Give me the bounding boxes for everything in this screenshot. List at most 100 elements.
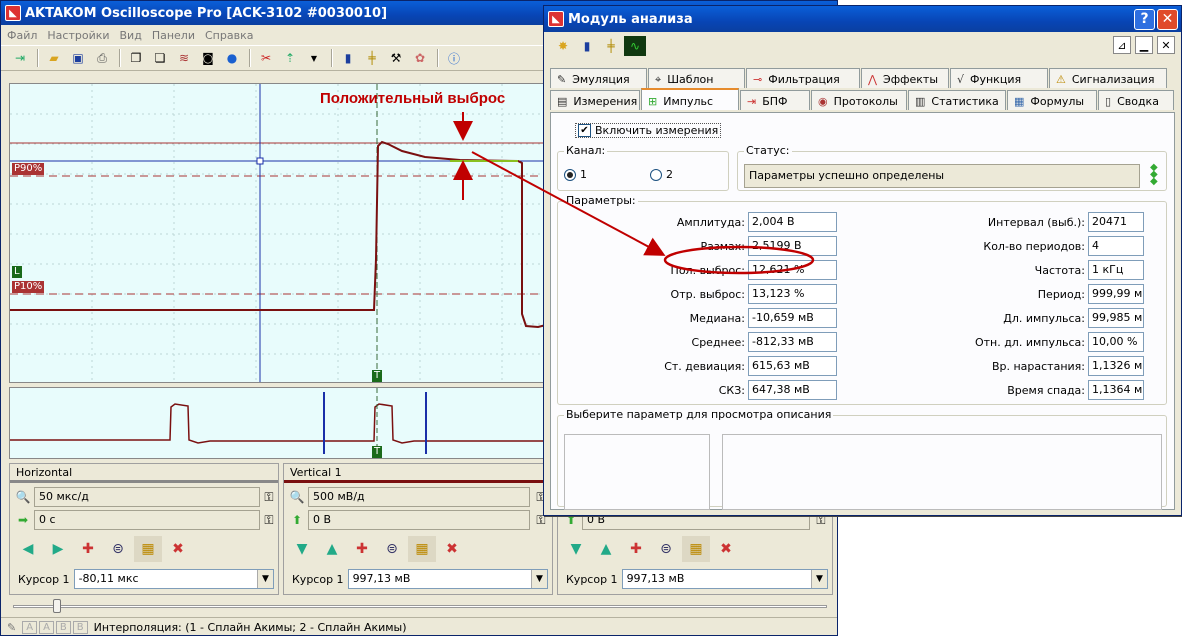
param-value[interactable]: 2,004 В	[748, 212, 837, 232]
screen-icon[interactable]: ◙	[197, 48, 219, 68]
shift-left-icon[interactable]: ◀	[14, 536, 42, 562]
param-value[interactable]: -812,33 мВ	[748, 332, 837, 352]
param-value[interactable]: 1 кГц	[1088, 260, 1144, 280]
chevron-down-icon[interactable]: ▼	[811, 570, 827, 588]
book-icon[interactable]: ▮	[576, 36, 598, 56]
param-value[interactable]: 647,38 мВ	[748, 380, 837, 400]
shift-down-icon[interactable]: ▼	[562, 536, 590, 562]
radio-unselected[interactable]	[650, 168, 662, 181]
shift-right-icon[interactable]: ▶	[44, 536, 72, 562]
channel-radio-1[interactable]: 1	[564, 168, 587, 181]
close-icon[interactable]: ✕	[1157, 36, 1175, 54]
help-icon[interactable]: ⓘ	[443, 48, 465, 68]
cursor-intersection-handle[interactable]	[256, 157, 264, 165]
cursor-pair-icon[interactable]: ⊜	[378, 536, 406, 562]
param-value[interactable]: 615,63 мВ	[748, 356, 837, 376]
param-value[interactable]: 99,985 мкс	[1088, 308, 1144, 328]
checkbox-checked[interactable]: ✔	[578, 124, 591, 137]
close-button[interactable]: ✕	[1157, 8, 1178, 30]
tab-measurements[interactable]: ▤ Измерения	[550, 90, 640, 110]
overview-trigger-marker[interactable]: T	[372, 446, 383, 458]
dock-icon[interactable]: ⊿	[1113, 36, 1131, 54]
cursor-pair-icon[interactable]: ⊜	[652, 536, 680, 562]
param-value[interactable]: -10,659 мВ	[748, 308, 837, 328]
remove-cursor-icon[interactable]: ✖	[438, 536, 466, 562]
open-icon[interactable]: ▰	[43, 48, 65, 68]
param-value[interactable]: 10,00 %	[1088, 332, 1144, 352]
tab-protocols[interactable]: ◉ Протоколы	[811, 90, 907, 110]
position-slider[interactable]	[13, 599, 827, 613]
param-value[interactable]: 12,621 %	[748, 260, 837, 280]
lock-icon[interactable]: ⚿	[260, 511, 278, 529]
tab-pulse[interactable]: ⊞ Импульс	[641, 88, 739, 110]
level-marker[interactable]: L	[12, 266, 22, 278]
play-icon[interactable]: ●	[221, 48, 243, 68]
waveform-icon[interactable]: ≋	[173, 48, 195, 68]
menu-view[interactable]: Вид	[120, 29, 142, 42]
menu-panels[interactable]: Панели	[152, 29, 195, 42]
export-icon[interactable]: ❏	[149, 48, 171, 68]
cursor-pair-icon[interactable]: ⊜	[104, 536, 132, 562]
param-value[interactable]: 1,1364 мкс	[1088, 380, 1144, 400]
slider-thumb[interactable]	[53, 599, 61, 613]
cursor-grid-icon[interactable]: ▦	[682, 536, 710, 562]
cursor-grid-icon[interactable]: ▦	[134, 536, 162, 562]
lock-icon[interactable]: ⚿	[260, 488, 278, 506]
menu-settings[interactable]: Настройки	[47, 29, 109, 42]
measure-icon[interactable]: ╪	[361, 48, 383, 68]
chevron-down-icon[interactable]: ▼	[531, 570, 547, 588]
param-value[interactable]: 13,123 %	[748, 284, 837, 304]
print-icon[interactable]: ⎙	[91, 48, 113, 68]
info-icon[interactable]: ▮	[337, 48, 359, 68]
tools-icon[interactable]: ⚒	[385, 48, 407, 68]
shift-up-icon[interactable]: ▲	[318, 536, 346, 562]
tab-fft[interactable]: ⇥ БПФ	[740, 90, 810, 110]
shift-down-icon[interactable]: ▼	[288, 536, 316, 562]
vertical-offset-field[interactable]: 0 В	[308, 510, 530, 530]
copy-icon[interactable]: ❐	[125, 48, 147, 68]
vertical1-cursor-select[interactable]: 997,13 мВ ▼	[347, 569, 548, 589]
tab-statistics[interactable]: ▥ Статистика	[908, 90, 1006, 110]
horizontal-cursor-select[interactable]: -80,11 мкс ▼	[73, 569, 274, 589]
add-cursor-icon[interactable]: ✚	[348, 536, 376, 562]
minimize-icon[interactable]: ▁	[1135, 36, 1153, 54]
tab-alarm[interactable]: ⚠ Сигнализация	[1049, 68, 1167, 88]
remove-cursor-icon[interactable]: ✖	[712, 536, 740, 562]
menu-file[interactable]: Файл	[7, 29, 37, 42]
tab-template[interactable]: ⌖ Шаблон	[648, 68, 745, 88]
channel-radio-2[interactable]: 2	[650, 168, 673, 181]
cursor-grid-icon[interactable]: ▦	[408, 536, 436, 562]
param-value[interactable]: 20471	[1088, 212, 1144, 232]
scope-view-icon[interactable]: ∿	[624, 36, 646, 56]
param-value[interactable]: 1,1326 мкс	[1088, 356, 1144, 376]
menu-help[interactable]: Справка	[205, 29, 253, 42]
tab-summary[interactable]: ▯ Сводка	[1098, 90, 1174, 110]
palette-icon[interactable]: ✿	[409, 48, 431, 68]
shift-up-icon[interactable]: ▲	[592, 536, 620, 562]
param-value[interactable]: 2,5199 В	[748, 236, 837, 256]
save-icon[interactable]: ▣	[67, 48, 89, 68]
cursor-add-icon[interactable]: ⇡	[279, 48, 301, 68]
param-value[interactable]: 999,99 мкс	[1088, 284, 1144, 304]
dropdown-icon[interactable]: ▼	[303, 48, 325, 68]
exit-icon[interactable]: ⇥	[9, 48, 31, 68]
vertical2-cursor-select[interactable]: 997,13 мВ ▼	[621, 569, 828, 589]
tab-formulas[interactable]: ▦ Формулы	[1007, 90, 1097, 110]
horizontal-offset-field[interactable]: 0 с	[34, 510, 260, 530]
tab-function[interactable]: √ Функция	[950, 68, 1048, 88]
param-value[interactable]: 4	[1088, 236, 1144, 256]
radio-selected[interactable]	[564, 168, 576, 181]
measure-icon[interactable]: ╪	[600, 36, 622, 56]
help-button[interactable]: ?	[1134, 8, 1155, 30]
cursor-remove-icon[interactable]: ✂	[255, 48, 277, 68]
new-module-icon[interactable]: ✸	[552, 36, 574, 56]
add-cursor-icon[interactable]: ✚	[74, 536, 102, 562]
enable-measurements-checkbox[interactable]: ✔ Включить измерения	[575, 123, 722, 138]
chevron-down-icon[interactable]: ▼	[257, 570, 273, 588]
trigger-marker[interactable]: T	[372, 370, 383, 382]
add-cursor-icon[interactable]: ✚	[622, 536, 650, 562]
tab-effects[interactable]: ⋀ Эффекты	[861, 68, 949, 88]
remove-cursor-icon[interactable]: ✖	[164, 536, 192, 562]
tab-emulation[interactable]: ✎ Эмуляция	[550, 68, 647, 88]
volts-per-div-field[interactable]: 500 мВ/д	[308, 487, 530, 507]
